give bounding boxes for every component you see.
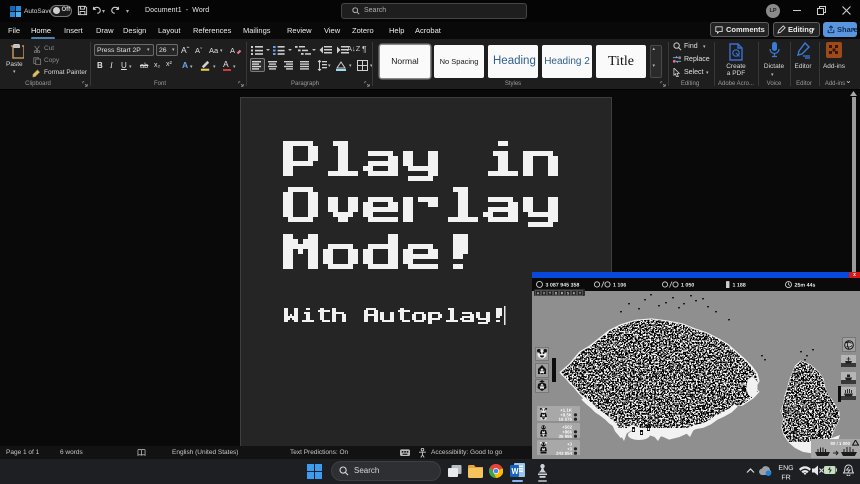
svg-text:ENG: ENG	[778, 465, 793, 472]
svg-text:FR: FR	[781, 475, 790, 482]
